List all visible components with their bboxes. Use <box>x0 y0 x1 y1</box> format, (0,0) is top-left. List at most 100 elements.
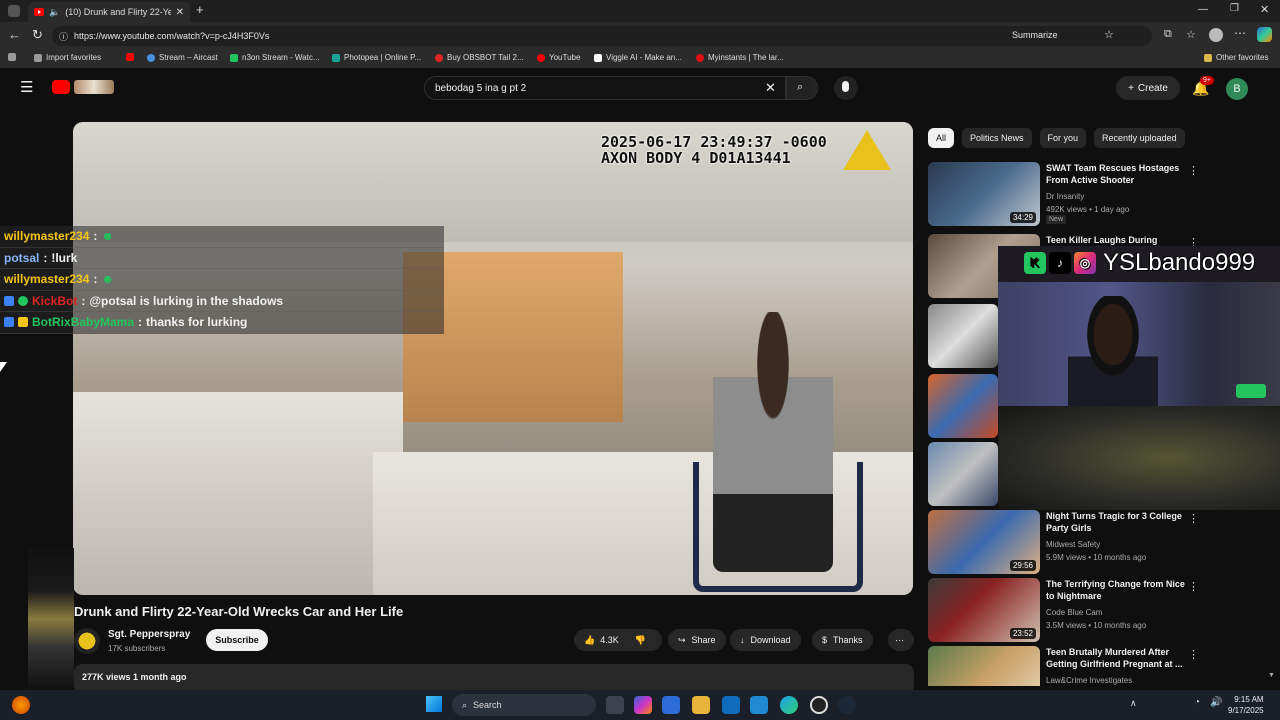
profile-icon[interactable] <box>8 5 20 17</box>
volume-icon[interactable]: 🔊 <box>1210 697 1222 708</box>
chat-username: BotRixBabyMama <box>32 315 135 330</box>
widget-icon[interactable] <box>12 696 30 714</box>
browser-tab[interactable]: 🔈 (10) Drunk and Flirty 22-Year- ✕ <box>28 2 190 22</box>
other-favorites[interactable]: Other favorites <box>1204 53 1268 62</box>
back-icon[interactable]: ← <box>8 27 21 42</box>
chip-politics-news[interactable]: Politics News <box>962 128 1032 148</box>
channel-name[interactable]: Dr Insanity <box>1046 190 1084 203</box>
youtube-favicon-icon <box>34 8 44 16</box>
extensions-icon[interactable]: ⧉ <box>1164 28 1172 41</box>
voice-search-button[interactable] <box>834 76 858 100</box>
recommended-video[interactable]: 23:52 The Terrifying Change from Nice to… <box>928 578 1268 642</box>
search-button[interactable]: ⌕ <box>786 76 818 100</box>
minimize-button[interactable]: — <box>1198 4 1208 15</box>
edge-icon[interactable] <box>780 696 798 714</box>
video-thumbnail[interactable] <box>928 442 998 506</box>
video-title[interactable]: Teen Killer Laughs During <box>1046 234 1186 246</box>
site-info-icon[interactable]: ⓘ <box>59 30 68 43</box>
channel-name[interactable]: Code Blue Cam <box>1046 606 1102 619</box>
scrollbar[interactable]: ▼ <box>1268 672 1276 682</box>
video-thumbnail[interactable]: 23:52 <box>928 578 1040 642</box>
bookmark-item[interactable]: Photopea | Online P... <box>332 53 421 62</box>
system-clock[interactable]: 9:15 AM 9/17/2025 <box>1228 694 1264 716</box>
share-button[interactable]: ↪ Share <box>668 629 726 651</box>
bookmark-item[interactable]: Myinstants | The lar... <box>696 53 784 62</box>
video-menu-icon[interactable]: ⋮ <box>1188 512 1199 525</box>
maximize-button[interactable]: ❐ <box>1230 3 1239 14</box>
more-actions-button[interactable]: ⋯ <box>888 629 914 651</box>
channel-name[interactable]: Midwest Safety <box>1046 538 1100 551</box>
recommended-video[interactable]: 34:29 SWAT Team Rescues Hostages From Ac… <box>928 162 1268 226</box>
outlook-icon[interactable] <box>722 696 740 714</box>
obs-icon[interactable] <box>810 696 828 714</box>
video-thumbnail[interactable] <box>928 374 998 438</box>
clear-search-icon[interactable]: ✕ <box>765 80 776 96</box>
taskbar-search[interactable]: ⌕ Search <box>452 694 596 716</box>
bookmarks-bar: Import favorites Stream – Aircast n3on S… <box>0 50 1280 68</box>
account-avatar[interactable]: B <box>1226 78 1248 100</box>
download-button[interactable]: ↓ Download <box>730 629 801 651</box>
account-avatar-icon[interactable] <box>1209 28 1223 42</box>
video-menu-icon[interactable]: ⋮ <box>1188 164 1199 177</box>
photos-icon[interactable] <box>750 696 768 714</box>
video-menu-icon[interactable]: ⋮ <box>1188 648 1199 661</box>
copilot-icon[interactable] <box>1257 27 1272 42</box>
hamburger-menu-icon[interactable]: ☰ <box>20 78 33 96</box>
chip-all[interactable]: All <box>928 128 955 148</box>
channel-name[interactable]: Law&Crime Investigates <box>1046 674 1132 686</box>
youtube-logo[interactable] <box>52 80 70 94</box>
notifications-badge: 9+ <box>1200 76 1214 85</box>
video-player[interactable]: 2025-06-17 23:49:37 -0600 AXON BODY 4 D0… <box>73 122 913 595</box>
thanks-button[interactable]: $ Thanks <box>812 629 873 651</box>
store-icon[interactable] <box>662 696 680 714</box>
favorites-icon[interactable]: ☆ <box>1186 28 1196 41</box>
summarize-label[interactable]: Summarize <box>1012 30 1058 40</box>
subscribe-button[interactable]: Subscribe <box>206 629 268 651</box>
dislike-button[interactable]: 👎 <box>635 635 646 646</box>
task-view-icon[interactable] <box>606 696 624 714</box>
refresh-icon[interactable]: ↻ <box>32 27 43 43</box>
like-button[interactable]: 👍 4.3K <box>584 635 619 646</box>
download-label: Download <box>750 635 791 645</box>
more-menu-icon[interactable]: ⋯ <box>1234 26 1246 40</box>
video-title[interactable]: The Terrifying Change from Nice to Night… <box>1046 578 1186 602</box>
close-tab-icon[interactable]: ✕ <box>176 7 184 18</box>
video-title[interactable]: Teen Brutally Murdered After Getting Gir… <box>1046 646 1186 670</box>
chip-recently-uploaded[interactable]: Recently uploaded <box>1094 128 1185 148</box>
start-button[interactable] <box>426 696 442 712</box>
bookmark-item[interactable]: Import favorites <box>34 53 101 62</box>
channel-name[interactable]: Sgt. Pepperspray <box>108 629 190 640</box>
create-button[interactable]: + Create <box>1116 76 1180 100</box>
chip-for-you[interactable]: For you <box>1039 128 1087 148</box>
channel-avatar[interactable] <box>74 628 100 654</box>
speaker-icon[interactable]: 🔈 <box>49 7 60 18</box>
recommended-video[interactable]: Teen Brutally Murdered After Getting Gir… <box>928 646 1268 686</box>
tray-overflow-icon[interactable]: ∧ <box>1130 698 1137 709</box>
bookmark-item[interactable]: Stream – Aircast <box>147 53 218 62</box>
bookmark-item[interactable]: Buy OBSBOT Tail 2... <box>435 53 524 62</box>
video-thumbnail[interactable]: 29:56 <box>928 510 1040 574</box>
bookmark-item[interactable]: Viggle AI - Make an... <box>594 53 682 62</box>
bookmark-item[interactable] <box>126 53 138 61</box>
file-explorer-icon[interactable] <box>692 696 710 714</box>
bookmark-item[interactable] <box>8 53 16 61</box>
video-thumbnail[interactable] <box>928 304 998 368</box>
search-input[interactable]: bebodag 5 ina g pt 2 ✕ <box>424 76 786 100</box>
favorite-star-icon[interactable]: ☆ <box>1104 28 1114 41</box>
video-thumbnail[interactable]: 34:29 <box>928 162 1040 226</box>
copilot-app-icon[interactable] <box>634 696 652 714</box>
steam-icon[interactable] <box>838 696 856 714</box>
new-tab-button[interactable]: + <box>196 2 204 17</box>
video-menu-icon[interactable]: ⋮ <box>1188 580 1199 593</box>
wifi-icon[interactable]: ◔ <box>1194 697 1200 708</box>
bookmark-item[interactable]: YouTube <box>537 53 580 62</box>
more-icon: ⋯ <box>895 634 904 645</box>
close-window-button[interactable]: ✕ <box>1260 3 1269 16</box>
video-title[interactable]: Night Turns Tragic for 3 College Party G… <box>1046 510 1186 534</box>
recommended-video[interactable]: 29:56 Night Turns Tragic for 3 College P… <box>928 510 1268 574</box>
url-field[interactable]: ⓘ https://www.youtube.com/watch?v=p-cJ4H… <box>52 26 1152 46</box>
subscriber-count: 17K subscribers <box>108 644 166 653</box>
bookmark-item[interactable]: n3on Stream - Watc... <box>230 53 320 62</box>
video-thumbnail[interactable] <box>928 646 1040 686</box>
video-title[interactable]: SWAT Team Rescues Hostages From Active S… <box>1046 162 1186 186</box>
